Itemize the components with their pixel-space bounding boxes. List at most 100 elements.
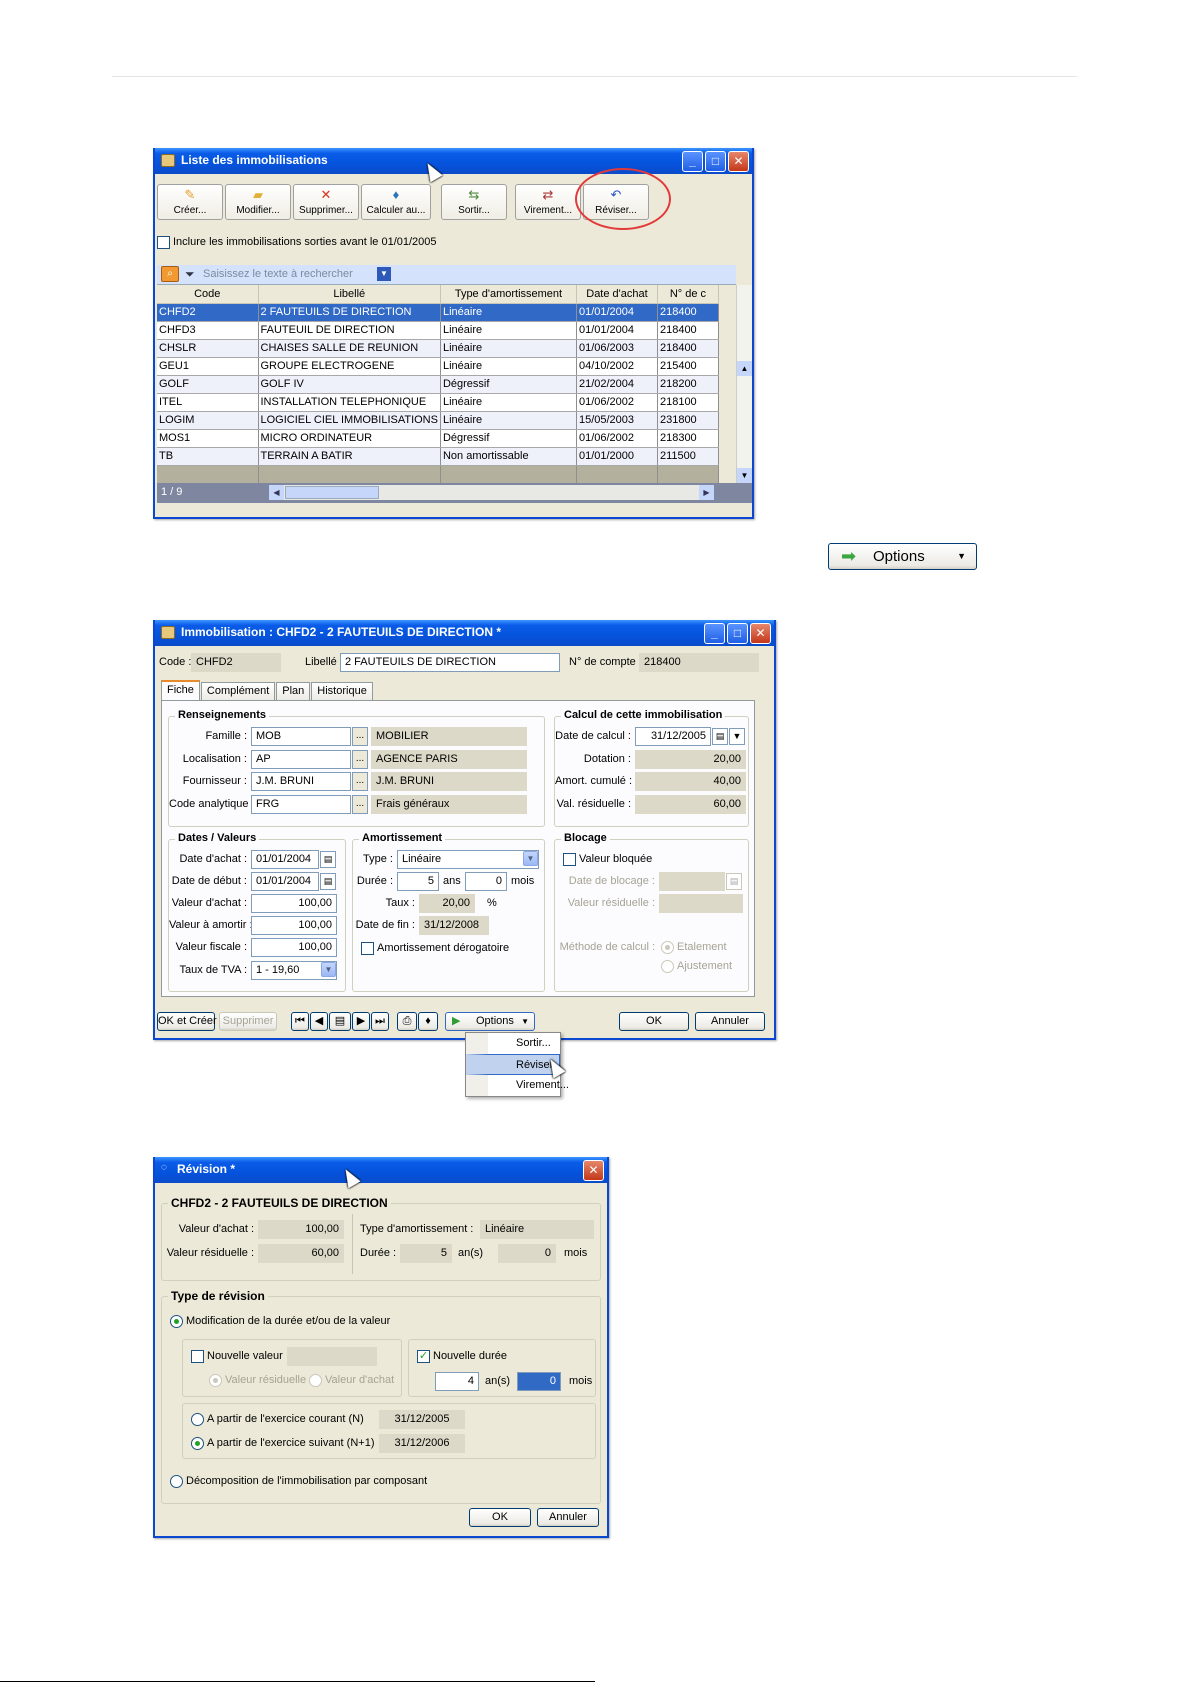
scroll-up-icon[interactable]: ▲ bbox=[737, 361, 752, 376]
table-row[interactable]: MOS1 MICRO ORDINATEUR Dégressif 01/06/2002 2… bbox=[157, 429, 719, 448]
scroll-down-icon[interactable]: ▼ bbox=[737, 468, 752, 483]
close-icon[interactable]: ✕ bbox=[583, 1160, 604, 1181]
table-row[interactable]: CHSLR CHAISES SALLE DE REUNION Linéaire 01/… bbox=[157, 339, 719, 358]
valeur-achat-field[interactable]: 100,00 bbox=[251, 894, 337, 913]
maximize-icon[interactable]: □ bbox=[727, 623, 748, 644]
column-header[interactable]: Code bbox=[157, 285, 259, 304]
calculate-button[interactable]: ♦ Calculer au... bbox=[361, 184, 431, 220]
valeur-fiscale-field[interactable]: 100,00 bbox=[251, 938, 337, 957]
scroll-thumb[interactable] bbox=[285, 486, 379, 499]
options-button[interactable]: ▶ Options ▼ bbox=[445, 1012, 535, 1031]
detail-window-titlebar[interactable]: Immobilisation : CHFD2 - 2 FAUTEUILS DE … bbox=[155, 620, 774, 646]
famille-lookup-button[interactable]: ... bbox=[352, 727, 368, 746]
fournisseur-lookup-button[interactable]: ... bbox=[352, 772, 368, 791]
minimize-icon[interactable]: _ bbox=[704, 623, 725, 644]
duree-mois-field[interactable]: 0 bbox=[465, 872, 507, 891]
search-input[interactable]: Saisissez le texte à rechercher bbox=[203, 268, 373, 280]
exercice-suivant-radio[interactable] bbox=[191, 1437, 204, 1450]
options-dropdown-button[interactable]: ➡ Options ▼ bbox=[828, 543, 977, 570]
create-button[interactable]: ✎ Créer... bbox=[157, 184, 223, 220]
amort-cumule-label: Amort. cumulé : bbox=[555, 775, 633, 787]
next-record-icon[interactable]: ▶ bbox=[352, 1012, 370, 1031]
tab-plan[interactable]: Plan bbox=[276, 682, 311, 700]
menu-item-sortir[interactable]: Sortir... bbox=[466, 1033, 560, 1054]
exercice-courant-radio[interactable] bbox=[191, 1413, 204, 1426]
column-header[interactable]: Date d'achat bbox=[576, 285, 658, 304]
valeur-bloquee-checkbox[interactable] bbox=[563, 853, 576, 866]
nouvelle-valeur-checkbox[interactable] bbox=[191, 1350, 204, 1363]
date-achat-field[interactable]: 01/01/2004 bbox=[251, 850, 319, 869]
exit-button[interactable]: ⇆ Sortir... bbox=[441, 184, 507, 220]
nouvelle-duree-ans-field[interactable]: 4 bbox=[435, 1372, 479, 1391]
tab-historique[interactable]: Historique bbox=[311, 682, 373, 700]
type-revision-group: Type de révision Modification de la duré… bbox=[161, 1289, 601, 1504]
nouvelle-duree-mois-field[interactable]: 0 bbox=[517, 1372, 561, 1391]
code-analytique-field[interactable]: FRG bbox=[251, 795, 351, 814]
menu-item-virement[interactable]: Virement... bbox=[466, 1075, 569, 1096]
fournisseur-code-field[interactable]: J.M. BRUNI bbox=[251, 772, 351, 791]
decomposition-radio[interactable] bbox=[170, 1475, 183, 1488]
filter-icon[interactable]: ⏷ bbox=[185, 267, 195, 282]
nouvelle-duree-checkbox[interactable]: ✓ bbox=[417, 1350, 430, 1363]
localisation-code-field[interactable]: AP bbox=[251, 750, 351, 769]
horizontal-scrollbar[interactable]: ◀ ▶ bbox=[269, 485, 714, 500]
date-debut-field[interactable]: 01/01/2004 bbox=[251, 872, 319, 891]
table-row[interactable]: CHFD3 FAUTEUIL DE DIRECTION Linéaire 01/01/… bbox=[157, 321, 719, 340]
chevron-down-icon[interactable]: ▼ bbox=[523, 851, 538, 866]
calculator-icon[interactable]: ♦ bbox=[418, 1012, 438, 1031]
list-window-titlebar[interactable]: Liste des immobilisations _ □ ✕ bbox=[155, 148, 752, 174]
modify-button[interactable]: ▰ Modifier... bbox=[225, 184, 291, 220]
app-icon: ◌ bbox=[161, 1162, 167, 1173]
chevron-down-icon[interactable]: ▼ bbox=[321, 962, 336, 977]
libelle-field[interactable]: 2 FAUTEUILS DE DIRECTION bbox=[340, 653, 560, 672]
transfer-button[interactable]: ⇄ Virement... bbox=[515, 184, 581, 220]
column-header[interactable]: Type d'amortissement bbox=[440, 285, 577, 304]
close-icon[interactable]: ✕ bbox=[728, 151, 749, 172]
localisation-lookup-button[interactable]: ... bbox=[352, 750, 368, 769]
calendar-icon[interactable]: ▤ bbox=[712, 728, 728, 745]
column-header[interactable]: Libellé bbox=[258, 285, 441, 304]
first-record-icon[interactable]: ⏮ bbox=[291, 1012, 309, 1031]
table-row[interactable]: TB TERRAIN A BATIR Non amortissable 01/01/2… bbox=[157, 447, 719, 466]
print-icon[interactable]: ⎙ bbox=[397, 1012, 417, 1031]
close-icon[interactable]: ✕ bbox=[750, 623, 771, 644]
last-record-icon[interactable]: ⏭ bbox=[371, 1012, 389, 1031]
column-header[interactable]: N° de c bbox=[657, 285, 719, 304]
valeur-amortir-field[interactable]: 100,00 bbox=[251, 916, 337, 935]
tab-fiche[interactable]: Fiche bbox=[161, 680, 200, 700]
table-row[interactable]: CHFD2 2 FAUTEUILS DE DIRECTION Linéaire 01/… bbox=[157, 303, 719, 322]
table-row[interactable]: LOGIM LOGICIEL CIEL IMMOBILISATIONS Linéai… bbox=[157, 411, 719, 430]
minimize-icon[interactable]: _ bbox=[682, 151, 703, 172]
modification-radio[interactable] bbox=[170, 1315, 183, 1328]
derogatoire-checkbox[interactable] bbox=[361, 942, 374, 955]
revision-window-titlebar[interactable]: ◌ Révision * ✕ bbox=[155, 1157, 607, 1183]
valeur-residuelle-value: 60,00 bbox=[258, 1244, 344, 1263]
delete-button[interactable]: ✕ Supprimer... bbox=[293, 184, 359, 220]
scroll-left-icon[interactable]: ◀ bbox=[269, 485, 284, 500]
include-checkbox[interactable] bbox=[157, 236, 170, 249]
ok-creer-button[interactable]: OK et Créer bbox=[157, 1012, 217, 1031]
code-analytique-lookup-button[interactable]: ... bbox=[352, 795, 368, 814]
date-calcul-field[interactable]: 31/12/2005 bbox=[635, 727, 711, 746]
type-amort-select[interactable]: Linéaire bbox=[397, 850, 539, 869]
tab-complement[interactable]: Complément bbox=[200, 682, 276, 700]
calendar-icon[interactable]: ▤ bbox=[320, 873, 336, 890]
annuler-button[interactable]: Annuler bbox=[695, 1012, 765, 1031]
table-row[interactable]: GEU1 GROUPE ELECTROGENE Linéaire 04/10/2002… bbox=[157, 357, 719, 376]
calendar-icon[interactable]: ▤ bbox=[320, 851, 336, 868]
previous-record-icon[interactable]: ◀ bbox=[310, 1012, 328, 1031]
ok-button[interactable]: OK bbox=[619, 1012, 689, 1031]
scroll-right-icon[interactable]: ▶ bbox=[699, 485, 714, 500]
table-row[interactable]: ITEL INSTALLATION TELEPHONIQUE Linéaire 01/… bbox=[157, 393, 719, 412]
famille-code-field[interactable]: MOB bbox=[251, 727, 351, 746]
search-dropdown-icon[interactable]: ▼ bbox=[377, 267, 391, 281]
revision-annuler-button[interactable]: Annuler bbox=[537, 1508, 599, 1527]
duree-ans-field[interactable]: 5 bbox=[397, 872, 439, 891]
chevron-down-icon[interactable]: ▼ bbox=[729, 728, 745, 745]
table-row[interactable]: GOLF GOLF IV Dégressif 21/02/2004 218200 bbox=[157, 375, 719, 394]
maximize-icon[interactable]: □ bbox=[705, 151, 726, 172]
revision-ok-button[interactable]: OK bbox=[469, 1508, 531, 1527]
search-icon[interactable]: ⌕ bbox=[161, 266, 179, 282]
list-icon[interactable]: ▤ bbox=[329, 1012, 351, 1031]
vertical-scrollbar[interactable]: ▼ ▲ bbox=[736, 285, 752, 483]
